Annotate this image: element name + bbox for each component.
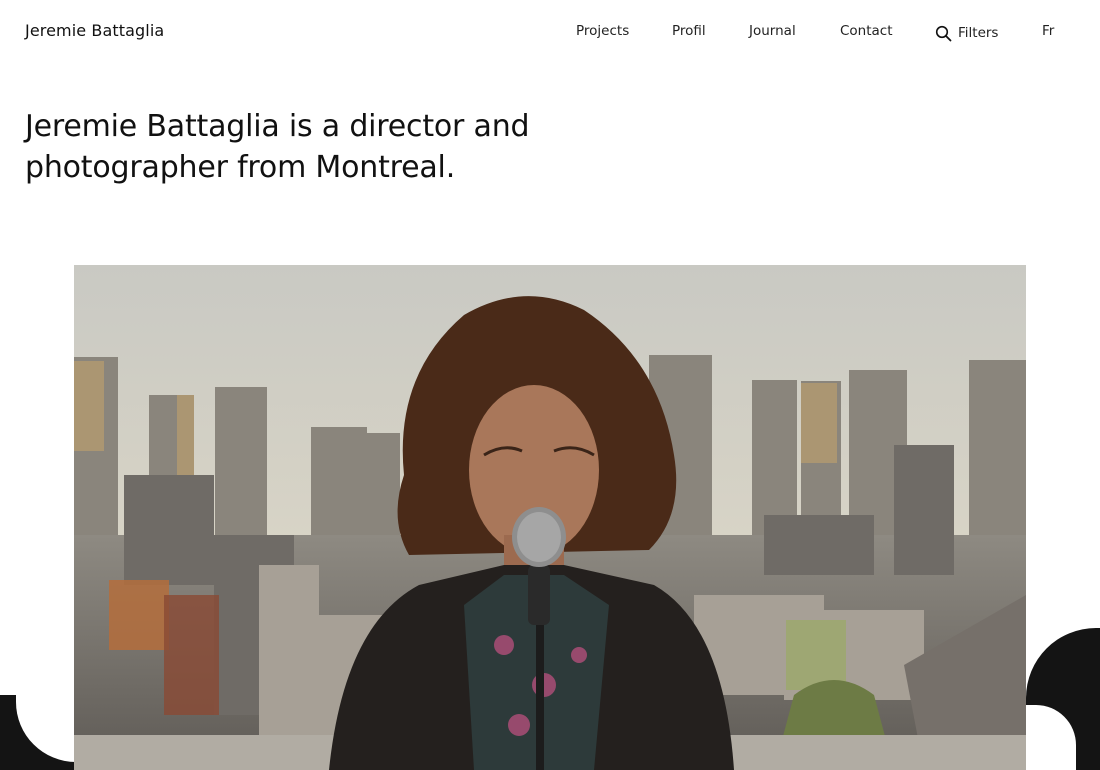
- language-switch[interactable]: Fr: [1042, 23, 1054, 39]
- main-nav: Projects Profil Journal Contact Filters …: [0, 23, 1100, 43]
- intro-heading: Jeremie Battaglia is a director and phot…: [25, 109, 530, 185]
- search-icon: [935, 25, 952, 42]
- nav-projects[interactable]: Projects: [576, 23, 629, 39]
- filters-button[interactable]: Filters: [935, 23, 998, 42]
- hero-image[interactable]: [74, 265, 1026, 770]
- nav-profil[interactable]: Profil: [672, 23, 706, 39]
- filters-label: Filters: [958, 24, 999, 41]
- nav-journal[interactable]: Journal: [749, 23, 796, 39]
- nav-contact[interactable]: Contact: [840, 23, 893, 39]
- site-header: Jeremie Battaglia Projects Profil Journa…: [0, 0, 1100, 64]
- hero-photo-singer-rooftop-montreal: [74, 265, 1026, 770]
